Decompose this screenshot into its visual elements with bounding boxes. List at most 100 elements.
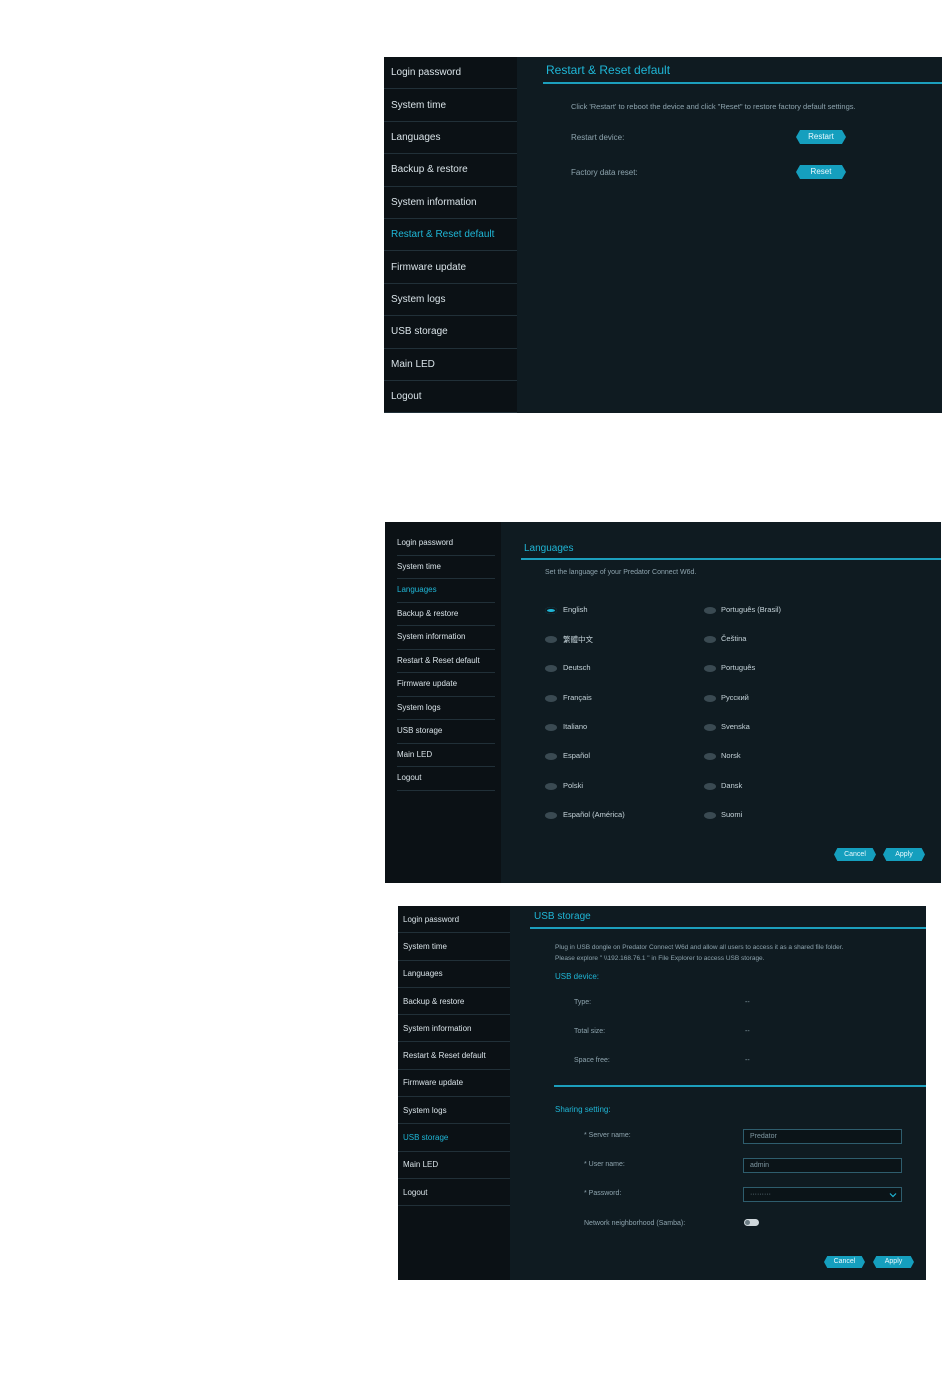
- sidebar-item-system-logs[interactable]: System logs: [384, 284, 517, 317]
- radio-espanol[interactable]: [545, 753, 557, 760]
- sidebar: Login password System time Languages Bac…: [384, 57, 517, 413]
- sidebar-item-system-information[interactable]: System information: [398, 1015, 510, 1043]
- password-value: ·········: [750, 1191, 771, 1198]
- radio-dansk[interactable]: [704, 783, 716, 790]
- sidebar-item-main-led[interactable]: Main LED: [398, 1152, 510, 1179]
- radio-traditional-chinese[interactable]: [545, 636, 557, 643]
- sidebar-item-usb-storage[interactable]: USB storage: [384, 316, 517, 349]
- radio-russian[interactable]: [704, 695, 716, 702]
- sidebar-item-restart-reset[interactable]: Restart & Reset default: [384, 219, 517, 252]
- radio-francais[interactable]: [545, 695, 557, 702]
- sidebar-item-system-information[interactable]: System information: [384, 187, 517, 219]
- samba-label: Network neighborhood (Samba):: [584, 1220, 686, 1227]
- radio-cestina[interactable]: [704, 636, 716, 643]
- reset-button[interactable]: Reset: [796, 165, 846, 179]
- language-option[interactable]: Svenska: [721, 722, 750, 731]
- sidebar-item-restart-reset[interactable]: Restart & Reset default: [397, 650, 495, 673]
- restart-label: Restart device:: [571, 133, 625, 142]
- page-description-line2: Please explore " \\192.168.76.1 " in Fil…: [555, 955, 765, 962]
- password-field[interactable]: ·········: [743, 1187, 902, 1202]
- server-name-label: * Server name:: [584, 1132, 631, 1139]
- radio-portugues-brasil[interactable]: [704, 607, 716, 614]
- radio-svenska[interactable]: [704, 724, 716, 731]
- language-option[interactable]: Deutsch: [563, 663, 591, 672]
- sidebar-item-languages[interactable]: Languages: [384, 122, 517, 155]
- reset-label: Factory data reset:: [571, 168, 638, 177]
- radio-polski[interactable]: [545, 783, 557, 790]
- usb-device-heading: USB device:: [555, 972, 600, 981]
- page-description-line1: Plug in USB dongle on Predator Connect W…: [555, 944, 844, 951]
- language-option[interactable]: Italiano: [563, 722, 587, 731]
- server-name-field[interactable]: Predator: [743, 1129, 902, 1144]
- sidebar-item-system-logs[interactable]: System logs: [397, 697, 495, 720]
- radio-portugues[interactable]: [704, 665, 716, 672]
- language-option[interactable]: Polski: [563, 781, 583, 790]
- restart-reset-panel: Login password System time Languages Bac…: [384, 57, 942, 413]
- sidebar: Login password System time Languages Bac…: [385, 522, 501, 883]
- sidebar-item-system-information[interactable]: System information: [397, 626, 495, 650]
- sidebar-item-main-led[interactable]: Main LED: [384, 349, 517, 381]
- language-option[interactable]: Português: [721, 663, 755, 672]
- sidebar-item-system-time[interactable]: System time: [384, 89, 517, 122]
- language-option[interactable]: English: [563, 605, 588, 614]
- page-title: USB storage: [534, 911, 591, 922]
- user-name-field[interactable]: admin: [743, 1158, 902, 1173]
- type-label: Type:: [574, 999, 592, 1006]
- sidebar-item-system-logs[interactable]: System logs: [398, 1097, 510, 1125]
- apply-button[interactable]: Apply: [873, 1256, 914, 1268]
- apply-button[interactable]: Apply: [883, 848, 925, 861]
- radio-deutsch[interactable]: [545, 665, 557, 672]
- radio-suomi[interactable]: [704, 812, 716, 819]
- content-area: Restart & Reset default Click 'Restart' …: [517, 57, 942, 413]
- sidebar-item-system-time[interactable]: System time: [398, 933, 510, 961]
- sidebar-item-backup-restore[interactable]: Backup & restore: [384, 154, 517, 187]
- space-free-label: Space free:: [574, 1057, 610, 1064]
- sidebar-item-main-led[interactable]: Main LED: [397, 744, 495, 767]
- sidebar-item-logout[interactable]: Logout: [398, 1179, 510, 1207]
- sidebar-item-restart-reset[interactable]: Restart & Reset default: [398, 1042, 510, 1070]
- sidebar-item-login-password[interactable]: Login password: [397, 532, 495, 556]
- restart-button[interactable]: Restart: [796, 130, 846, 144]
- sidebar-item-login-password[interactable]: Login password: [384, 57, 517, 90]
- total-size-label: Total size:: [574, 1028, 606, 1035]
- sidebar-item-languages[interactable]: Languages: [397, 579, 495, 603]
- language-option[interactable]: Dansk: [721, 781, 742, 790]
- sidebar-item-system-time[interactable]: System time: [397, 556, 495, 579]
- language-option[interactable]: Español (América): [563, 810, 625, 819]
- chevron-down-icon[interactable]: [889, 1192, 897, 1198]
- sidebar-item-backup-restore[interactable]: Backup & restore: [398, 988, 510, 1016]
- title-divider: [543, 82, 942, 84]
- sidebar-item-login-password[interactable]: Login password: [398, 906, 510, 934]
- page-description: Click 'Restart' to reboot the device and…: [571, 102, 856, 111]
- radio-english[interactable]: [545, 607, 557, 614]
- cancel-button[interactable]: Cancel: [834, 848, 876, 861]
- radio-norsk[interactable]: [704, 753, 716, 760]
- radio-espanol-america[interactable]: [545, 812, 557, 819]
- samba-toggle[interactable]: [744, 1219, 759, 1226]
- languages-panel: Login password System time Languages Bac…: [385, 522, 941, 883]
- cancel-button[interactable]: Cancel: [824, 1256, 865, 1268]
- language-option[interactable]: Suomi: [721, 810, 742, 819]
- sidebar: Login password System time Languages Bac…: [398, 906, 510, 1280]
- sidebar-item-firmware-update[interactable]: Firmware update: [397, 673, 495, 697]
- language-option[interactable]: Français: [563, 693, 592, 702]
- radio-italiano[interactable]: [545, 724, 557, 731]
- sidebar-item-firmware-update[interactable]: Firmware update: [384, 251, 517, 284]
- language-option[interactable]: 繁體中文: [563, 634, 593, 645]
- sidebar-item-firmware-update[interactable]: Firmware update: [398, 1070, 510, 1098]
- language-option[interactable]: Русский: [721, 693, 749, 702]
- language-option[interactable]: Čeština: [721, 634, 746, 643]
- title-divider: [530, 927, 926, 929]
- sidebar-item-logout[interactable]: Logout: [384, 381, 517, 413]
- type-value: --: [745, 999, 750, 1006]
- sidebar-item-languages[interactable]: Languages: [398, 961, 510, 988]
- sidebar-item-usb-storage[interactable]: USB storage: [397, 720, 495, 744]
- sidebar-item-logout[interactable]: Logout: [397, 767, 495, 791]
- total-size-value: --: [745, 1028, 750, 1035]
- sidebar-item-backup-restore[interactable]: Backup & restore: [397, 603, 495, 626]
- sidebar-item-usb-storage[interactable]: USB storage: [398, 1124, 510, 1152]
- language-option[interactable]: Español: [563, 751, 590, 760]
- language-option[interactable]: Norsk: [721, 751, 741, 760]
- language-option[interactable]: Português (Brasil): [721, 605, 781, 614]
- space-free-value: --: [745, 1057, 750, 1064]
